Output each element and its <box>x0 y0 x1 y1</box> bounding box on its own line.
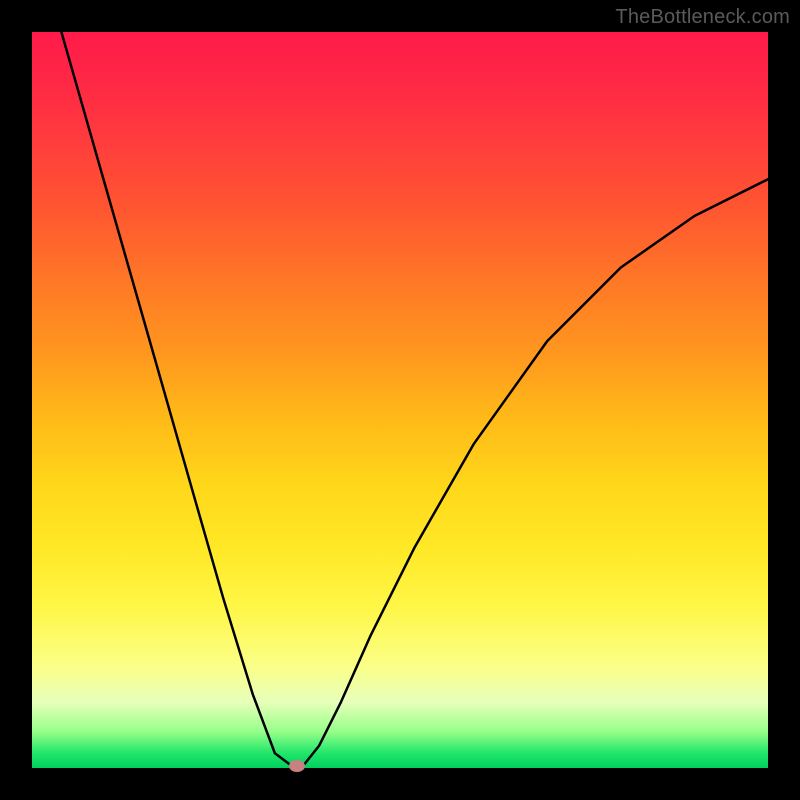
watermark-text: TheBottleneck.com <box>615 6 790 29</box>
chart-frame: TheBottleneck.com <box>0 0 800 800</box>
plot-area <box>32 32 768 768</box>
curve-line <box>32 32 768 768</box>
minimum-marker <box>289 760 305 772</box>
